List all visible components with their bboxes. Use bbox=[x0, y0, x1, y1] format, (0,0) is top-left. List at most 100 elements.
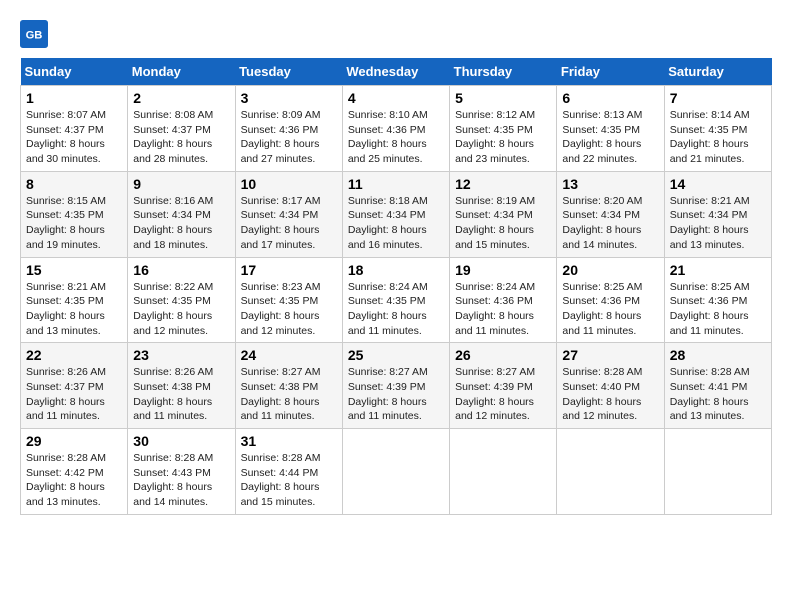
calendar-cell bbox=[557, 429, 664, 515]
day-info: Sunrise: 8:28 AMSunset: 4:43 PMDaylight:… bbox=[133, 451, 229, 510]
day-info: Sunrise: 8:28 AMSunset: 4:40 PMDaylight:… bbox=[562, 365, 658, 424]
day-number: 31 bbox=[241, 433, 337, 449]
day-number: 7 bbox=[670, 90, 766, 106]
logo-icon: GB bbox=[20, 20, 48, 48]
calendar-cell: 17 Sunrise: 8:23 AMSunset: 4:35 PMDayligh… bbox=[235, 257, 342, 343]
day-number: 13 bbox=[562, 176, 658, 192]
calendar-week-0: 1Sunrise: 8:07 AMSunset: 4:37 PMDaylight… bbox=[21, 86, 772, 172]
header-cell-sunday: Sunday bbox=[21, 58, 128, 86]
calendar-cell: 26 Sunrise: 8:27 AMSunset: 4:39 PMDayligh… bbox=[450, 343, 557, 429]
day-number: 30 bbox=[133, 433, 229, 449]
day-info: Sunrise: 8:26 AMSunset: 4:37 PMDaylight:… bbox=[26, 365, 122, 424]
calendar-week-4: 29 Sunrise: 8:28 AMSunset: 4:42 PMDayligh… bbox=[21, 429, 772, 515]
header-row: SundayMondayTuesdayWednesdayThursdayFrid… bbox=[21, 58, 772, 86]
calendar-week-2: 15 Sunrise: 8:21 AMSunset: 4:35 PMDayligh… bbox=[21, 257, 772, 343]
day-number: 14 bbox=[670, 176, 766, 192]
calendar-cell: 30 Sunrise: 8:28 AMSunset: 4:43 PMDayligh… bbox=[128, 429, 235, 515]
day-number: 26 bbox=[455, 347, 551, 363]
calendar-cell: 24 Sunrise: 8:27 AMSunset: 4:38 PMDayligh… bbox=[235, 343, 342, 429]
day-number: 18 bbox=[348, 262, 444, 278]
day-info: Sunrise: 8:12 AMSunset: 4:35 PMDaylight:… bbox=[455, 108, 551, 167]
day-number: 10 bbox=[241, 176, 337, 192]
day-info: Sunrise: 8:19 AMSunset: 4:34 PMDaylight:… bbox=[455, 194, 551, 253]
day-number: 23 bbox=[133, 347, 229, 363]
day-info: Sunrise: 8:08 AMSunset: 4:37 PMDaylight:… bbox=[133, 108, 229, 167]
calendar-cell: 15 Sunrise: 8:21 AMSunset: 4:35 PMDayligh… bbox=[21, 257, 128, 343]
calendar-cell: 13Sunrise: 8:20 AMSunset: 4:34 PMDayligh… bbox=[557, 171, 664, 257]
day-number: 29 bbox=[26, 433, 122, 449]
day-number: 4 bbox=[348, 90, 444, 106]
calendar-cell: 7Sunrise: 8:14 AMSunset: 4:35 PMDaylight… bbox=[664, 86, 771, 172]
day-info: Sunrise: 8:26 AMSunset: 4:38 PMDaylight:… bbox=[133, 365, 229, 424]
calendar-cell: 14 Sunrise: 8:21 AMSunset: 4:34 PMDayligh… bbox=[664, 171, 771, 257]
calendar-cell bbox=[450, 429, 557, 515]
day-number: 19 bbox=[455, 262, 551, 278]
day-number: 24 bbox=[241, 347, 337, 363]
day-info: Sunrise: 8:22 AMSunset: 4:35 PMDaylight:… bbox=[133, 280, 229, 339]
day-info: Sunrise: 8:28 AMSunset: 4:42 PMDaylight:… bbox=[26, 451, 122, 510]
day-info: Sunrise: 8:16 AMSunset: 4:34 PMDaylight:… bbox=[133, 194, 229, 253]
calendar-cell: 3 Sunrise: 8:09 AMSunset: 4:36 PMDaylight… bbox=[235, 86, 342, 172]
calendar-week-1: 8 Sunrise: 8:15 AMSunset: 4:35 PMDaylight… bbox=[21, 171, 772, 257]
day-number: 9 bbox=[133, 176, 229, 192]
calendar-cell: 28 Sunrise: 8:28 AMSunset: 4:41 PMDayligh… bbox=[664, 343, 771, 429]
day-number: 11 bbox=[348, 176, 444, 192]
day-info: Sunrise: 8:15 AMSunset: 4:35 PMDaylight:… bbox=[26, 194, 122, 253]
day-number: 25 bbox=[348, 347, 444, 363]
calendar-cell: 19 Sunrise: 8:24 AMSunset: 4:36 PMDayligh… bbox=[450, 257, 557, 343]
day-number: 16 bbox=[133, 262, 229, 278]
day-number: 21 bbox=[670, 262, 766, 278]
calendar-cell: 2 Sunrise: 8:08 AMSunset: 4:37 PMDaylight… bbox=[128, 86, 235, 172]
day-number: 27 bbox=[562, 347, 658, 363]
day-info: Sunrise: 8:18 AMSunset: 4:34 PMDaylight:… bbox=[348, 194, 444, 253]
calendar-cell: 16 Sunrise: 8:22 AMSunset: 4:35 PMDayligh… bbox=[128, 257, 235, 343]
header-cell-thursday: Thursday bbox=[450, 58, 557, 86]
calendar-cell: 12 Sunrise: 8:19 AMSunset: 4:34 PMDayligh… bbox=[450, 171, 557, 257]
calendar-cell: 8 Sunrise: 8:15 AMSunset: 4:35 PMDaylight… bbox=[21, 171, 128, 257]
day-number: 12 bbox=[455, 176, 551, 192]
day-number: 3 bbox=[241, 90, 337, 106]
day-info: Sunrise: 8:17 AMSunset: 4:34 PMDaylight:… bbox=[241, 194, 337, 253]
day-number: 2 bbox=[133, 90, 229, 106]
calendar-cell: 10 Sunrise: 8:17 AMSunset: 4:34 PMDayligh… bbox=[235, 171, 342, 257]
day-number: 28 bbox=[670, 347, 766, 363]
day-number: 20 bbox=[562, 262, 658, 278]
calendar-cell: 4Sunrise: 8:10 AMSunset: 4:36 PMDaylight… bbox=[342, 86, 449, 172]
day-info: Sunrise: 8:28 AMSunset: 4:41 PMDaylight:… bbox=[670, 365, 766, 424]
header-cell-monday: Monday bbox=[128, 58, 235, 86]
day-info: Sunrise: 8:21 AMSunset: 4:35 PMDaylight:… bbox=[26, 280, 122, 339]
day-number: 15 bbox=[26, 262, 122, 278]
calendar-cell: 5 Sunrise: 8:12 AMSunset: 4:35 PMDaylight… bbox=[450, 86, 557, 172]
calendar-week-3: 22 Sunrise: 8:26 AMSunset: 4:37 PMDayligh… bbox=[21, 343, 772, 429]
day-number: 8 bbox=[26, 176, 122, 192]
day-info: Sunrise: 8:23 AMSunset: 4:35 PMDaylight:… bbox=[241, 280, 337, 339]
day-info: Sunrise: 8:25 AMSunset: 4:36 PMDaylight:… bbox=[562, 280, 658, 339]
header-cell-tuesday: Tuesday bbox=[235, 58, 342, 86]
day-info: Sunrise: 8:27 AMSunset: 4:38 PMDaylight:… bbox=[241, 365, 337, 424]
calendar-cell: 21 Sunrise: 8:25 AMSunset: 4:36 PMDayligh… bbox=[664, 257, 771, 343]
day-info: Sunrise: 8:27 AMSunset: 4:39 PMDaylight:… bbox=[348, 365, 444, 424]
day-number: 5 bbox=[455, 90, 551, 106]
page-header: GB bbox=[20, 20, 772, 48]
calendar-cell: 22 Sunrise: 8:26 AMSunset: 4:37 PMDayligh… bbox=[21, 343, 128, 429]
day-number: 22 bbox=[26, 347, 122, 363]
day-info: Sunrise: 8:13 AMSunset: 4:35 PMDaylight:… bbox=[562, 108, 658, 167]
svg-text:GB: GB bbox=[26, 30, 43, 42]
calendar-cell: 25 Sunrise: 8:27 AMSunset: 4:39 PMDayligh… bbox=[342, 343, 449, 429]
day-info: Sunrise: 8:27 AMSunset: 4:39 PMDaylight:… bbox=[455, 365, 551, 424]
calendar-cell: 23 Sunrise: 8:26 AMSunset: 4:38 PMDayligh… bbox=[128, 343, 235, 429]
calendar-cell bbox=[342, 429, 449, 515]
day-info: Sunrise: 8:24 AMSunset: 4:35 PMDaylight:… bbox=[348, 280, 444, 339]
day-info: Sunrise: 8:28 AMSunset: 4:44 PMDaylight:… bbox=[241, 451, 337, 510]
calendar-cell: 6Sunrise: 8:13 AMSunset: 4:35 PMDaylight… bbox=[557, 86, 664, 172]
header-cell-friday: Friday bbox=[557, 58, 664, 86]
header-cell-wednesday: Wednesday bbox=[342, 58, 449, 86]
day-number: 17 bbox=[241, 262, 337, 278]
day-info: Sunrise: 8:09 AMSunset: 4:36 PMDaylight:… bbox=[241, 108, 337, 167]
day-info: Sunrise: 8:24 AMSunset: 4:36 PMDaylight:… bbox=[455, 280, 551, 339]
day-info: Sunrise: 8:25 AMSunset: 4:36 PMDaylight:… bbox=[670, 280, 766, 339]
day-info: Sunrise: 8:07 AMSunset: 4:37 PMDaylight:… bbox=[26, 108, 122, 167]
day-info: Sunrise: 8:21 AMSunset: 4:34 PMDaylight:… bbox=[670, 194, 766, 253]
calendar-cell: 31 Sunrise: 8:28 AMSunset: 4:44 PMDayligh… bbox=[235, 429, 342, 515]
calendar-cell: 11 Sunrise: 8:18 AMSunset: 4:34 PMDayligh… bbox=[342, 171, 449, 257]
